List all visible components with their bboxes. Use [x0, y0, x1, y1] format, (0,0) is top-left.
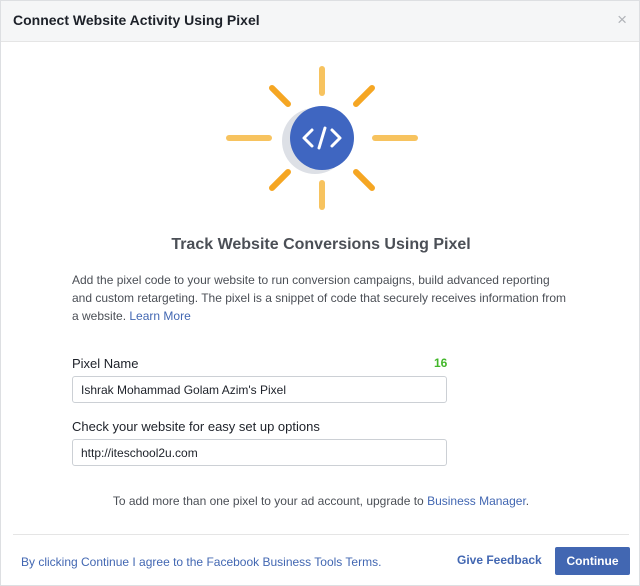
sun-ray	[269, 85, 291, 107]
upgrade-note-text: To add more than one pixel to your ad ac…	[112, 494, 424, 508]
upgrade-note-suffix: .	[525, 494, 530, 508]
sun-ray	[269, 169, 291, 191]
business-manager-link[interactable]: Business Manager	[427, 494, 526, 508]
give-feedback-button[interactable]: Give Feedback	[457, 553, 542, 567]
section-heading: Track Website Conversions Using Pixel	[171, 236, 471, 253]
sun-ray	[353, 169, 375, 191]
sun-ray	[353, 85, 375, 107]
terms-link[interactable]: By clicking Continue I agree to the Face…	[21, 555, 381, 569]
footer-divider	[13, 534, 629, 535]
description: Add the pixel code to your website to ru…	[72, 271, 572, 325]
pixel-name-label: Pixel Name	[72, 356, 139, 371]
upgrade-note: To add more than one pixel to your ad ac…	[1, 494, 640, 508]
continue-button[interactable]: Continue	[555, 547, 630, 575]
website-url-input[interactable]	[72, 439, 447, 466]
sun-illustration	[226, 66, 418, 210]
website-label: Check your website for easy set up optio…	[72, 419, 320, 434]
pixel-name-input[interactable]	[72, 376, 447, 403]
pixel-dialog: Connect Website Activity Using Pixel × T…	[0, 0, 640, 586]
character-counter: 16	[434, 356, 448, 370]
learn-more-link[interactable]: Learn More	[129, 309, 190, 323]
